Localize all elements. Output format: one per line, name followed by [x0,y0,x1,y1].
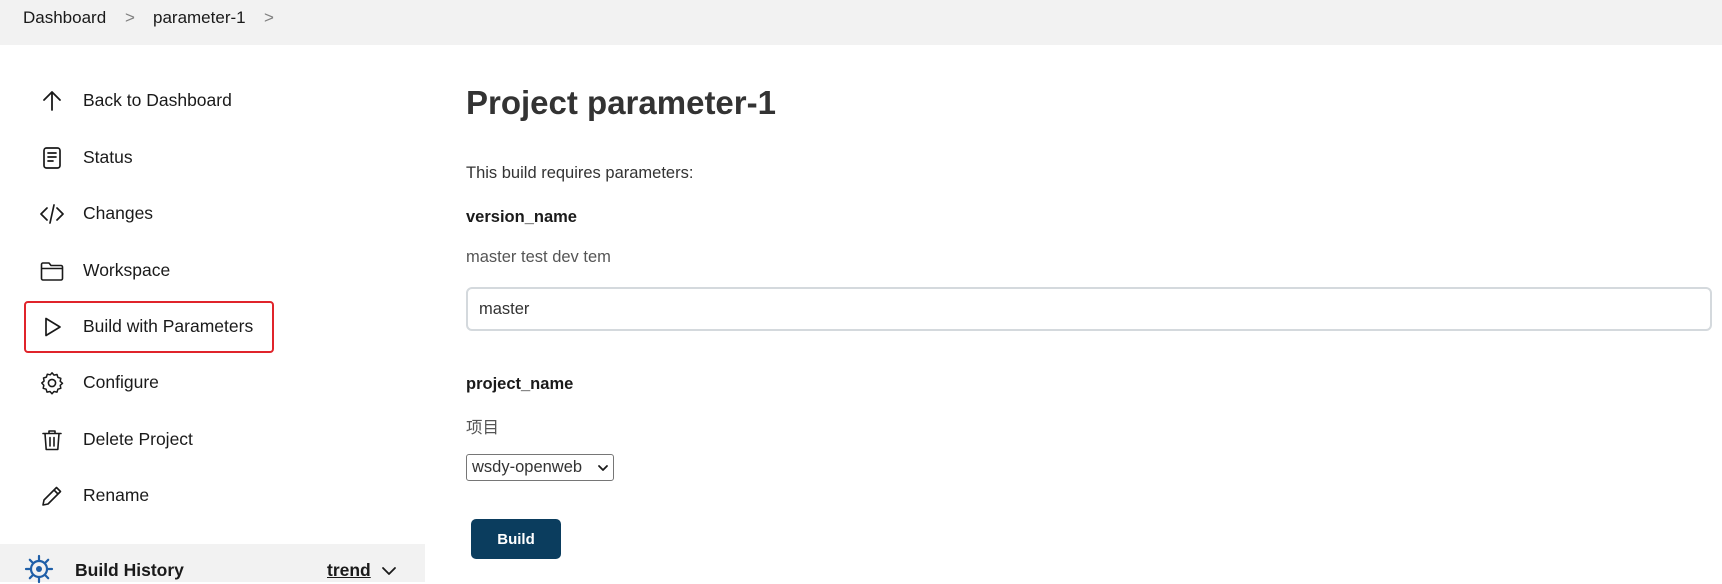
project-name-selected-value: wsdy-openweb [472,458,583,476]
sidebar-item-label: Workspace [83,260,171,280]
document-icon [43,147,61,169]
code-icon [40,204,64,224]
breadcrumb-separator[interactable]: > [264,8,274,28]
sidebar-item-delete-project[interactable]: Delete Project [26,416,272,464]
sidebar-item-label: Rename [83,485,150,505]
breadcrumb-project[interactable]: parameter-1 [153,8,246,28]
sidebar-item-label: Back to Dashboard [83,90,232,110]
param-project-name-label: project_name [466,375,574,393]
chevron-down-icon [598,465,608,471]
sidebar-item-build-with-parameters[interactable]: Build with Parameters [24,301,274,353]
build-history-title: Build History [75,560,184,580]
sidebar-item-back-to-dashboard[interactable]: Back to Dashboard [26,77,272,125]
arrow-up-icon [43,91,61,111]
build-history-icon [24,554,54,584]
trend-link[interactable]: trend [327,560,371,581]
sidebar-item-configure[interactable]: Configure [26,359,272,407]
sidebar-item-rename[interactable]: Rename [26,472,272,520]
trash-icon [42,430,62,451]
play-icon [45,317,61,337]
breadcrumb-separator: > [125,8,135,27]
project-name-select[interactable]: wsdy-openweb [466,454,614,481]
build-button[interactable]: Build [471,519,561,559]
breadcrumb-dashboard[interactable]: Dashboard [23,8,106,28]
folder-icon [40,262,64,281]
sidebar-item-label: Delete Project [83,429,193,449]
page-title: Project parameter-1 [466,84,776,121]
param-version-name-label: version_name [466,208,577,226]
parameters-intro: This build requires parameters: [466,164,694,182]
chevron-down-icon[interactable] [380,562,398,580]
breadcrumb: Dashboard > parameter-1 > [0,0,1722,45]
sidebar-item-status[interactable]: Status [26,134,272,182]
pencil-icon [42,486,62,506]
sidebar-item-label: Build with Parameters [83,316,254,336]
sidebar-item-label: Changes [83,203,154,223]
sidebar-item-label: Configure [83,372,159,392]
param-version-name-description: master test dev tem [466,248,611,266]
version-name-input[interactable] [466,287,1712,331]
sidebar-item-label: Status [83,147,133,167]
gear-icon [41,372,64,395]
param-project-name-description: 项目 [466,419,499,437]
sidebar-item-workspace[interactable]: Workspace [26,247,272,295]
sidebar-item-changes[interactable]: Changes [26,190,272,238]
build-history-panel: Build History trend [0,544,425,584]
